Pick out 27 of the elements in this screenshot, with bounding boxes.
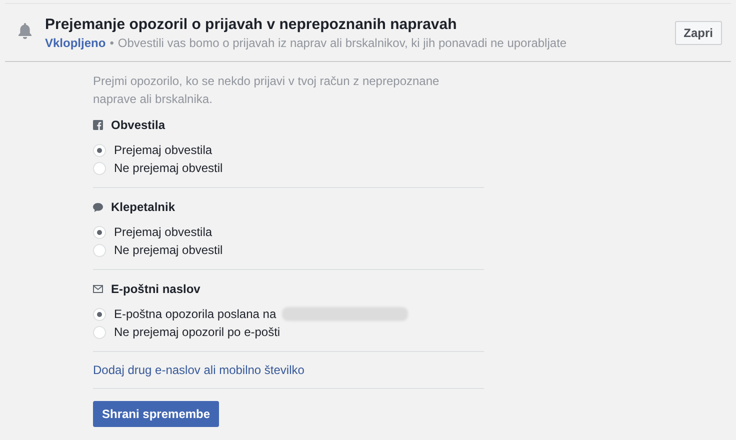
status-label: Vklopljeno: [45, 35, 106, 51]
setting-description: Obvestili vas bomo o prijavah iz naprav ali brskalnikov, ki jih ponavadi ne uporabljate: [118, 35, 567, 51]
section-heading: Obvestila: [111, 117, 166, 134]
section-heading: E-poštni naslov: [111, 281, 200, 298]
section-heading: Klepetalnik: [111, 199, 176, 216]
radio-label[interactable]: Ne prejemaj obvestil: [114, 241, 223, 259]
radio-label[interactable]: Prejemaj obvestila: [114, 141, 212, 159]
radio-button[interactable]: [93, 244, 106, 256]
facebook-icon: [93, 120, 103, 130]
add-contact-link[interactable]: Dodaj drug e-naslov ali mobilno številko: [93, 362, 484, 378]
intro-text: Prejmi opozorilo, ko se nekdo prijavi v tvoj račun z neprepoznane naprave ali brskalnika.: [93, 73, 440, 108]
radio-button[interactable]: [93, 326, 106, 338]
speech-bubble-icon: [93, 202, 103, 212]
setting-title: Prejemanje opozoril o prijavah v neprepoznanih napravah: [45, 15, 458, 34]
envelope-icon: [93, 285, 103, 293]
radio-button[interactable]: [93, 308, 106, 320]
radio-label[interactable]: Ne prejemaj obvestil: [114, 159, 223, 177]
save-button[interactable]: Shrani spremembe: [93, 401, 220, 427]
radio-label[interactable]: Prejemaj obvestila: [114, 223, 212, 241]
bullet-separator: •: [110, 35, 114, 51]
radio-button[interactable]: [93, 144, 106, 156]
bell-icon: [18, 23, 32, 39]
close-button[interactable]: Zapri: [674, 21, 722, 45]
radio-button[interactable]: [93, 162, 106, 174]
radio-label[interactable]: E-poštna opozorila poslana na: [114, 305, 276, 323]
radio-button[interactable]: [93, 226, 106, 238]
radio-label[interactable]: Ne prejemaj opozoril po e-pošti: [114, 323, 280, 341]
